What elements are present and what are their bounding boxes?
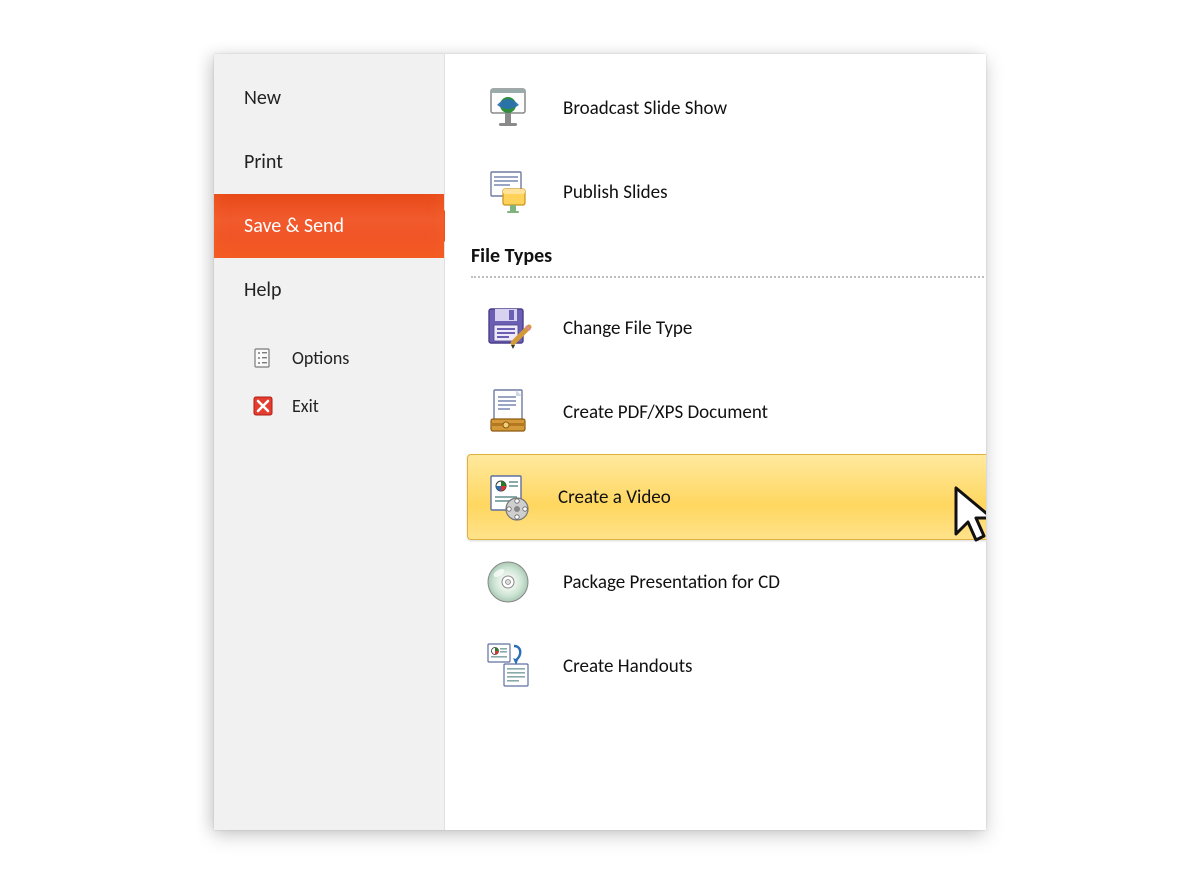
options-icon [252, 347, 274, 369]
option-package-for-cd[interactable]: Package Presentation for CD [445, 540, 986, 624]
option-create-pdf-xps[interactable]: Create PDF/XPS Document [445, 370, 986, 454]
option-broadcast-slide-show[interactable]: Broadcast Slide Show [445, 66, 986, 150]
sidebar-exit-label: Exit [292, 395, 319, 417]
sidebar-item-print[interactable]: Print [214, 130, 444, 194]
section-divider [471, 276, 984, 278]
sidebar-item-options[interactable]: Options [214, 336, 444, 380]
pdf-document-icon [481, 385, 535, 439]
create-video-icon [482, 470, 536, 524]
option-label: Publish Slides [563, 181, 668, 204]
option-label: Change File Type [563, 317, 692, 340]
sidebar-item-label: Print [244, 150, 283, 174]
floppy-save-icon [481, 301, 535, 355]
broadcast-icon [481, 81, 535, 135]
section-title-file-types: File Types [445, 234, 986, 274]
cd-disc-icon [481, 555, 535, 609]
backstage-panel: New Print Save & Send Help [214, 54, 986, 830]
main-pane: Broadcast Slide Show Publish Slid [445, 54, 986, 830]
sidebar-options-label: Options [292, 347, 349, 369]
sidebar-item-save-and-send[interactable]: Save & Send [214, 194, 444, 258]
sidebar-item-label: Help [244, 278, 282, 302]
option-label: Create PDF/XPS Document [563, 401, 768, 424]
sidebar-item-label: New [244, 86, 281, 110]
handouts-icon [481, 639, 535, 693]
option-change-file-type[interactable]: Change File Type [445, 286, 986, 370]
sidebar: New Print Save & Send Help [214, 54, 445, 830]
option-publish-slides[interactable]: Publish Slides [445, 150, 986, 234]
option-label: Broadcast Slide Show [563, 97, 727, 120]
exit-icon [252, 395, 274, 417]
option-create-a-video[interactable]: Create a Video [467, 454, 986, 540]
option-label: Create a Video [558, 486, 671, 509]
option-label: Package Presentation for CD [563, 571, 780, 594]
sidebar-item-new[interactable]: New [214, 66, 444, 130]
sidebar-item-exit[interactable]: Exit [214, 384, 444, 428]
option-create-handouts[interactable]: Create Handouts [445, 624, 986, 708]
option-label: Create Handouts [563, 655, 693, 678]
sidebar-item-help[interactable]: Help [214, 258, 444, 322]
publish-slides-icon [481, 165, 535, 219]
app-window: New Print Save & Send Help [0, 0, 1200, 882]
sidebar-item-label: Save & Send [244, 214, 344, 238]
